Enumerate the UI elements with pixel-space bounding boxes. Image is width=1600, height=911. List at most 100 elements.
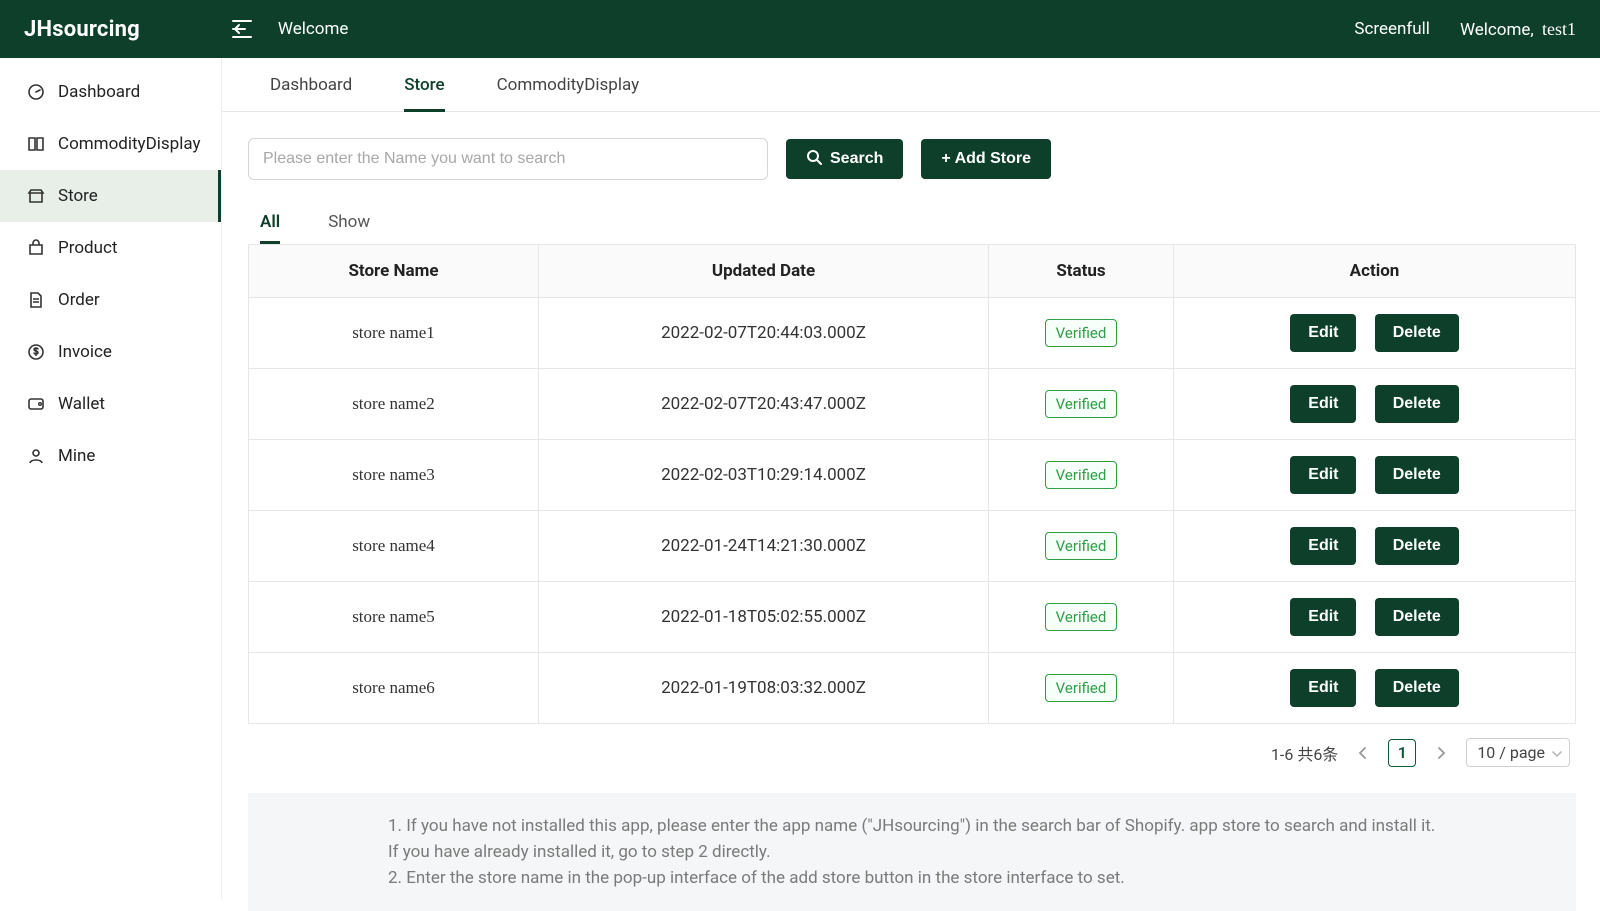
sidebar: Dashboard CommodityDisplay Store Product…: [0, 58, 222, 900]
sidebar-item-wallet[interactable]: Wallet: [0, 378, 221, 430]
edit-button[interactable]: Edit: [1290, 314, 1356, 352]
sidebar-item-dashboard[interactable]: Dashboard: [0, 66, 221, 118]
cell-updated: 2022-01-19T08:03:32.000Z: [539, 653, 989, 724]
sidebar-item-label: Dashboard: [58, 82, 140, 102]
bag-icon: [26, 238, 46, 258]
sidebar-item-mine[interactable]: Mine: [0, 430, 221, 482]
dollar-icon: [26, 342, 46, 362]
hint-line: If you have already installed it, go to …: [388, 839, 1436, 865]
cell-status: Verified: [989, 369, 1174, 440]
delete-button[interactable]: Delete: [1375, 527, 1459, 565]
status-badge: Verified: [1045, 603, 1118, 631]
sidebar-item-label: Store: [58, 186, 98, 206]
cell-status: Verified: [989, 298, 1174, 369]
table-header-row: Store Name Updated Date Status Action: [249, 245, 1576, 298]
dashboard-icon: [26, 82, 46, 102]
chevron-down-icon: [1551, 745, 1563, 764]
tab-commoditydisplay[interactable]: CommodityDisplay: [497, 58, 640, 112]
screenfull-toggle[interactable]: Screenfull: [1354, 19, 1430, 39]
sidebar-item-commoditydisplay[interactable]: CommodityDisplay: [0, 118, 221, 170]
subtab-all[interactable]: All: [260, 200, 280, 244]
cell-updated: 2022-02-07T20:44:03.000Z: [539, 298, 989, 369]
sidebar-item-label: CommodityDisplay: [58, 134, 201, 154]
cell-store-name: store name6: [249, 653, 539, 724]
store-icon: [26, 186, 46, 206]
cell-action: Edit Delete: [1174, 511, 1576, 582]
edit-button[interactable]: Edit: [1290, 385, 1356, 423]
edit-button[interactable]: Edit: [1290, 669, 1356, 707]
cell-updated: 2022-01-18T05:02:55.000Z: [539, 582, 989, 653]
file-icon: [26, 290, 46, 310]
table-row: store name6 2022-01-19T08:03:32.000Z Ver…: [249, 653, 1576, 724]
cell-updated: 2022-02-07T20:43:47.000Z: [539, 369, 989, 440]
cell-store-name: store name2: [249, 369, 539, 440]
cell-store-name: store name4: [249, 511, 539, 582]
sidebar-item-order[interactable]: Order: [0, 274, 221, 326]
subtab-show[interactable]: Show: [328, 200, 370, 244]
table-row: store name4 2022-01-24T14:21:30.000Z Ver…: [249, 511, 1576, 582]
chevron-right-icon: [1435, 747, 1447, 759]
username: test1: [1542, 19, 1576, 39]
cell-updated: 2022-02-03T10:29:14.000Z: [539, 440, 989, 511]
table-row: store name2 2022-02-07T20:43:47.000Z Ver…: [249, 369, 1576, 440]
edit-button[interactable]: Edit: [1290, 527, 1356, 565]
delete-button[interactable]: Delete: [1375, 314, 1459, 352]
sidebar-item-store[interactable]: Store: [0, 170, 221, 222]
book-icon: [26, 134, 46, 154]
search-input[interactable]: [248, 138, 768, 180]
add-store-label: + Add Store: [941, 150, 1031, 168]
table-row: store name1 2022-02-07T20:44:03.000Z Ver…: [249, 298, 1576, 369]
cell-status: Verified: [989, 511, 1174, 582]
topbar-user: Welcome, test1: [1460, 19, 1576, 40]
col-updated: Updated Date: [539, 245, 989, 298]
pager-page[interactable]: 1: [1388, 739, 1416, 767]
col-action: Action: [1174, 245, 1576, 298]
edit-button[interactable]: Edit: [1290, 598, 1356, 636]
store-table: Store Name Updated Date Status Action st…: [248, 244, 1576, 724]
pager-prev[interactable]: [1352, 742, 1374, 764]
menu-toggle-icon[interactable]: [230, 19, 254, 39]
sidebar-item-label: Order: [58, 290, 100, 310]
welcome-label: Welcome,: [1460, 20, 1534, 40]
cell-action: Edit Delete: [1174, 369, 1576, 440]
col-store-name: Store Name: [249, 245, 539, 298]
status-badge: Verified: [1045, 461, 1118, 489]
sidebar-item-product[interactable]: Product: [0, 222, 221, 274]
cell-updated: 2022-01-24T14:21:30.000Z: [539, 511, 989, 582]
sidebar-item-invoice[interactable]: Invoice: [0, 326, 221, 378]
tab-dashboard[interactable]: Dashboard: [270, 58, 352, 112]
chevron-left-icon: [1357, 747, 1369, 759]
delete-button[interactable]: Delete: [1375, 456, 1459, 494]
col-status: Status: [989, 245, 1174, 298]
cell-store-name: store name5: [249, 582, 539, 653]
hint-line: 1. If you have not installed this app, p…: [388, 813, 1436, 839]
cell-action: Edit Delete: [1174, 582, 1576, 653]
sidebar-item-label: Wallet: [58, 394, 105, 414]
cell-store-name: store name3: [249, 440, 539, 511]
cell-status: Verified: [989, 653, 1174, 724]
tab-store[interactable]: Store: [404, 58, 444, 112]
status-badge: Verified: [1045, 319, 1118, 347]
delete-button[interactable]: Delete: [1375, 669, 1459, 707]
cell-action: Edit Delete: [1174, 440, 1576, 511]
pager-summary: 1-6 共6条: [1271, 741, 1338, 765]
pager-next[interactable]: [1430, 742, 1452, 764]
cell-action: Edit Delete: [1174, 653, 1576, 724]
search-button-label: Search: [830, 150, 883, 168]
status-badge: Verified: [1045, 674, 1118, 702]
pager-size-label: 10 / page: [1477, 743, 1545, 762]
delete-button[interactable]: Delete: [1375, 385, 1459, 423]
cell-status: Verified: [989, 440, 1174, 511]
delete-button[interactable]: Delete: [1375, 598, 1459, 636]
edit-button[interactable]: Edit: [1290, 456, 1356, 494]
add-store-button[interactable]: + Add Store: [921, 139, 1051, 179]
search-icon: [806, 149, 822, 170]
pager: 1-6 共6条 1 10 / page: [248, 738, 1570, 767]
search-button[interactable]: Search: [786, 139, 903, 179]
cell-store-name: store name1: [249, 298, 539, 369]
pager-size-select[interactable]: 10 / page: [1466, 738, 1570, 767]
cell-status: Verified: [989, 582, 1174, 653]
user-icon: [26, 446, 46, 466]
tabbar: Dashboard Store CommodityDisplay: [222, 58, 1600, 112]
logo: JHsourcing: [24, 17, 140, 42]
